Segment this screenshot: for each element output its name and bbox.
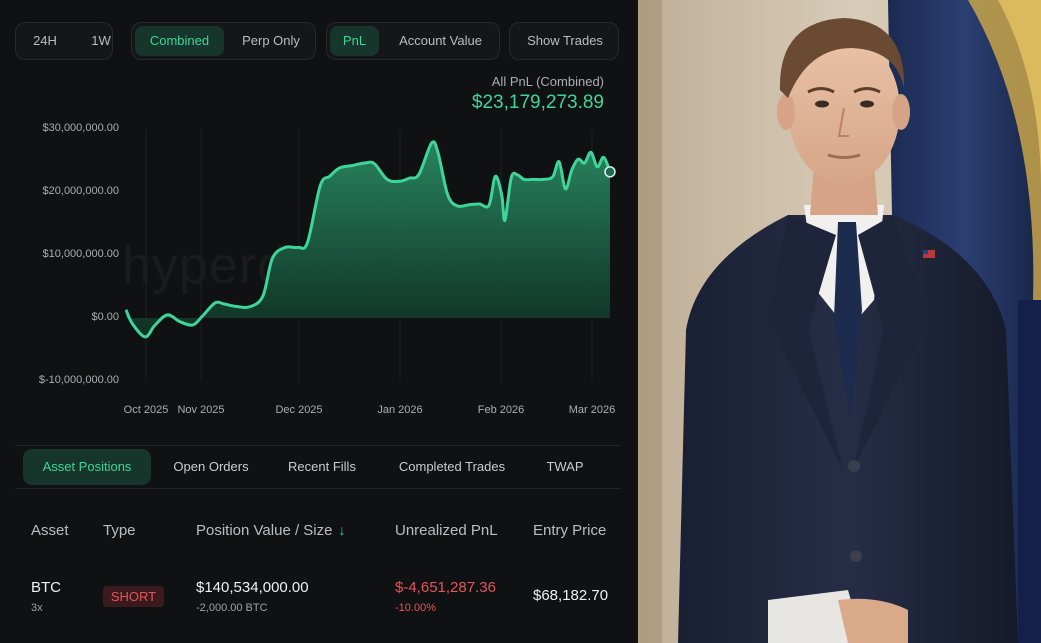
column-header-asset[interactable]: Asset — [31, 522, 69, 539]
column-header-position-value-label: Position Value / Size — [196, 522, 333, 539]
pnl-chart — [124, 129, 616, 381]
row-asset: BTC — [31, 579, 61, 596]
row-leverage: 3x — [31, 602, 43, 614]
pnl-area-fill — [126, 141, 610, 337]
tab-open-orders[interactable]: Open Orders — [161, 449, 261, 485]
column-header-unrealized-pnl[interactable]: Unrealized PnL — [395, 522, 498, 539]
tab-recent-fills[interactable]: Recent Fills — [277, 449, 367, 485]
column-header-type[interactable]: Type — [103, 522, 136, 539]
tab-twap[interactable]: TWAP — [535, 449, 595, 485]
tab-asset-positions[interactable]: Asset Positions — [23, 449, 151, 485]
sort-down-icon[interactable]: ↓ — [338, 522, 345, 538]
current-value-marker — [604, 166, 616, 178]
row-side-badge: SHORT — [103, 586, 164, 607]
row-unrealized-pnl: $-4,651,287.36 — [395, 579, 496, 596]
row-entry-price: $68,182.70 — [533, 587, 609, 604]
pnl-dashboard: 24H 1W Combined Perp Only PnL Account Va… — [0, 0, 638, 643]
person-photo — [638, 0, 1041, 643]
row-position-value: $140,534,000.00 — [196, 579, 309, 596]
positions-tabs: Asset Positions Open Orders Recent Fills… — [15, 445, 621, 489]
column-header-entry-price[interactable]: Entry Price — [533, 522, 606, 539]
row-unrealized-pnl-pct: -10.00% — [395, 602, 436, 614]
tab-completed-trades[interactable]: Completed Trades — [384, 449, 520, 485]
column-header-position-value[interactable]: Position Value / Size ↓ — [196, 522, 345, 539]
row-position-size: -2,000.00 BTC — [196, 602, 268, 614]
